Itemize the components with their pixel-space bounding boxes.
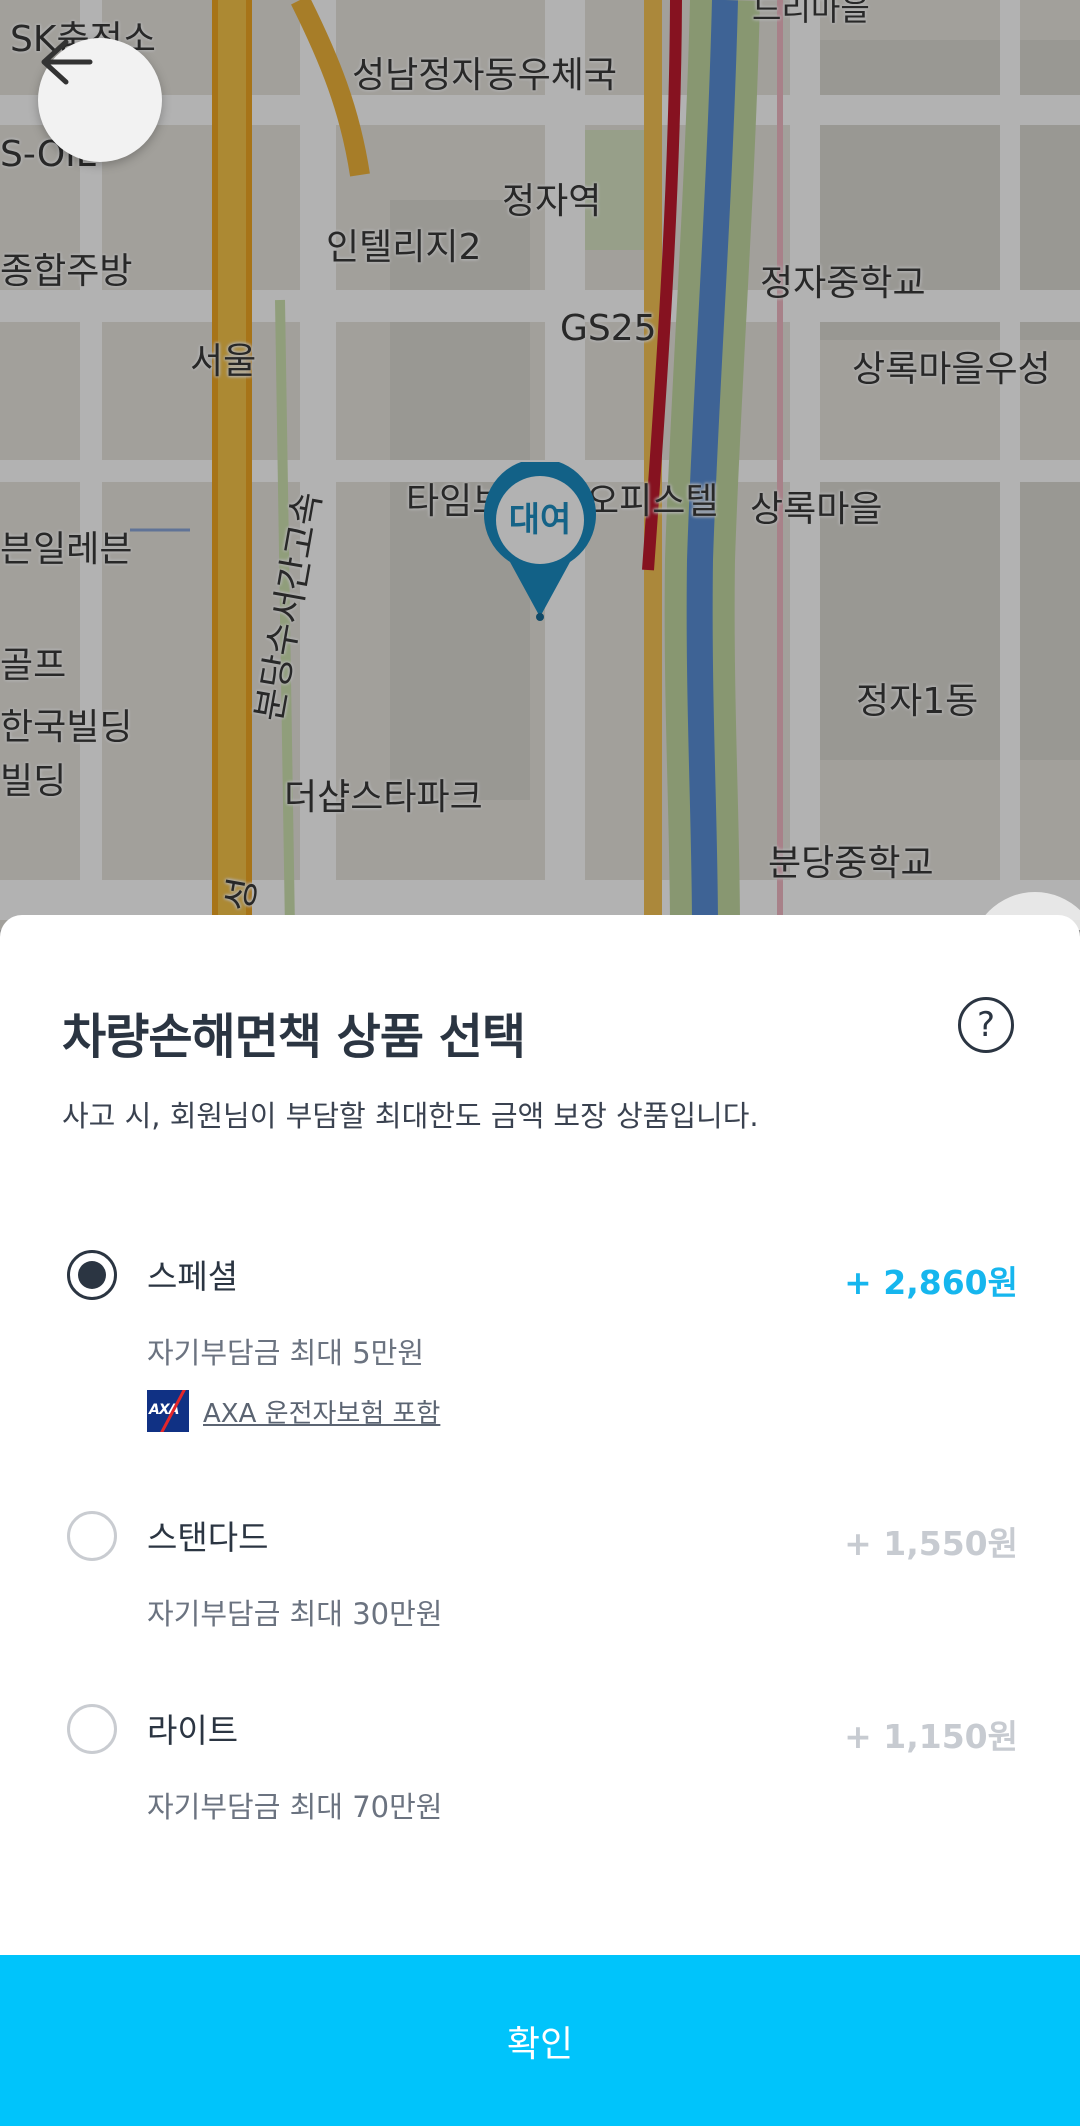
axa-logo-icon: AXA — [147, 1390, 189, 1432]
damage-waiver-sheet: 차량손해면책 상품 선택 ? 사고 시, 회원님이 부담할 최대한도 금액 보장… — [0, 915, 1080, 2126]
insurance-info[interactable]: AXA AXA 운전자보험 포함 — [147, 1390, 440, 1432]
map-view[interactable]: SK충전소 성남정자동우체국 S-OIL 정자역 종합주방 인텔리지2 정자중학… — [0, 0, 1080, 930]
option-price: + 2,860원 — [844, 1263, 1018, 1302]
confirm-button[interactable]: 확인 — [0, 1955, 1080, 2126]
option-description: 자기부담금 최대 30만원 — [147, 1597, 443, 1631]
option-name: 스페셜 — [147, 1257, 239, 1296]
back-button[interactable] — [38, 38, 162, 162]
sheet-subtitle: 사고 시, 회원님이 부담할 최대한도 금액 보장 상품입니다. — [62, 1099, 759, 1133]
insurance-link[interactable]: AXA 운전자보험 포함 — [203, 1393, 440, 1430]
map-dim-overlay — [0, 0, 1080, 930]
option-price: + 1,150원 — [844, 1717, 1018, 1756]
question-icon: ? — [976, 1005, 996, 1045]
help-button[interactable]: ? — [958, 997, 1014, 1053]
option-name: 라이트 — [147, 1711, 239, 1750]
option-description: 자기부담금 최대 70만원 — [147, 1790, 443, 1824]
option-name: 스탠다드 — [147, 1518, 269, 1557]
radio-button[interactable] — [67, 1511, 117, 1561]
option-description: 자기부담금 최대 5만원 — [147, 1336, 425, 1370]
sheet-title: 차량손해면책 상품 선택 — [62, 1009, 526, 1065]
radio-button[interactable] — [67, 1250, 117, 1300]
radio-button[interactable] — [67, 1704, 117, 1754]
option-price: + 1,550원 — [844, 1524, 1018, 1563]
arrow-left-icon — [41, 39, 93, 85]
